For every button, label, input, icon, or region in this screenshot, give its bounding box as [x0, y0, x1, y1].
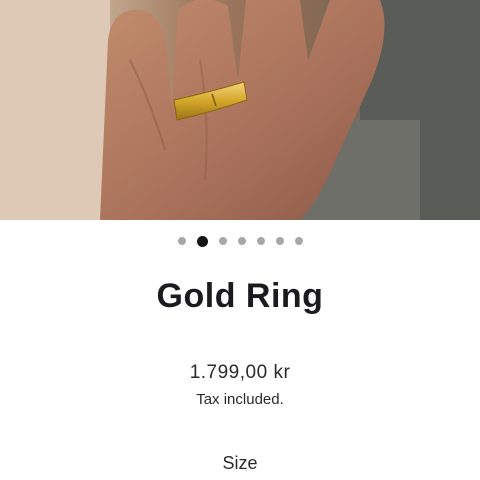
gallery-dot[interactable] — [237, 237, 246, 245]
gallery-dot[interactable] — [275, 237, 284, 245]
gallery-dot[interactable] — [256, 237, 265, 245]
gallery-dot[interactable] — [218, 237, 227, 245]
tax-note: Tax included. — [196, 391, 284, 408]
hand-with-ring-image — [0, 0, 480, 220]
gallery-dot[interactable] — [177, 237, 186, 245]
product-title: Gold Ring — [156, 277, 324, 315]
gallery-pagination — [0, 220, 480, 262]
gallery-dot[interactable] — [294, 237, 303, 245]
product-image[interactable] — [0, 0, 480, 220]
gallery-dot[interactable] — [196, 235, 208, 247]
size-label: Size — [222, 453, 258, 473]
product-price: 1.799,00 kr — [189, 362, 291, 383]
